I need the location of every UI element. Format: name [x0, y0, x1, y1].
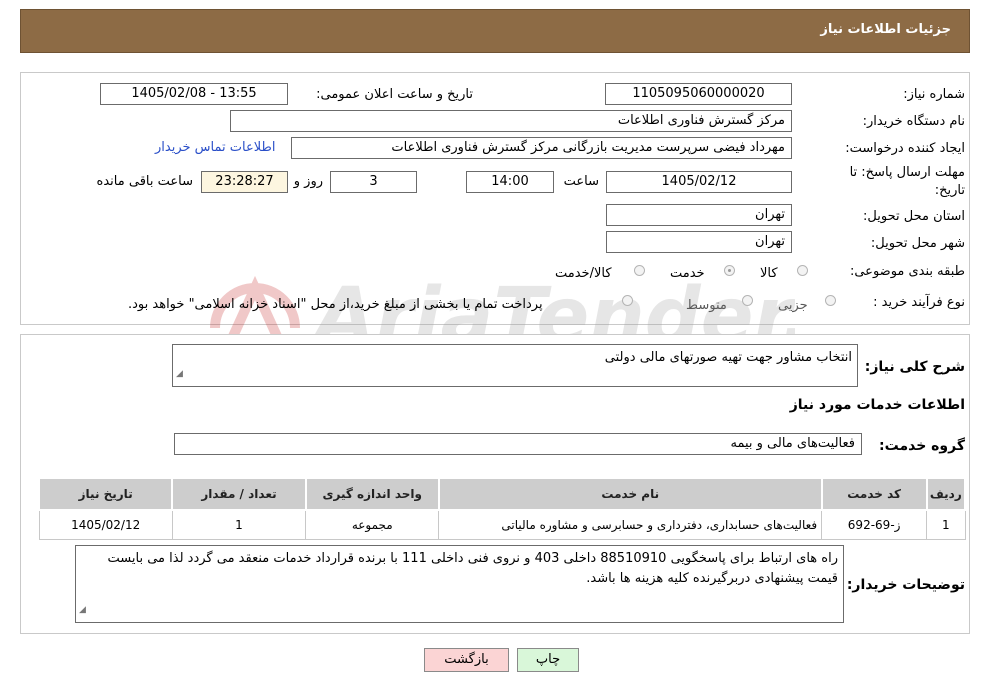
- col-header-need-date: تاریخ نیاز: [37, 477, 174, 511]
- buyer-org-label: نام دستگاه خریدار:: [862, 114, 965, 129]
- deadline-label: مهلت ارسال پاسخ: تا: [849, 165, 965, 180]
- payment-note: پرداخت تمام یا بخشی از مبلغ خرید،از محل …: [128, 297, 543, 312]
- cell-quantity: 1: [171, 509, 307, 540]
- creator-field: مهرداد فیضی سرپرست مدیریت بازرگانی مرکز …: [291, 137, 792, 159]
- city-field: تهران: [606, 231, 792, 253]
- cell-service-code: ز-69-692: [821, 509, 928, 540]
- col-header-quantity: تعداد / مقدار: [171, 477, 307, 511]
- buyer-notes-label: توضیحات خریدار:: [846, 577, 965, 593]
- description-label: شرح کلی نیاز:: [864, 359, 965, 375]
- buyer-org-field: مرکز گسترش فناوری اطلاعات: [230, 110, 792, 132]
- cell-unit: مجموعه: [305, 509, 440, 540]
- payment-checkbox[interactable]: [622, 295, 633, 306]
- deadline-label-date: تاریخ:: [934, 183, 965, 198]
- need-number-field: 1105095060000020: [605, 83, 792, 105]
- province-label: استان محل تحویل:: [863, 209, 965, 224]
- service-group-field: فعالیت‌های مالی و بیمه: [174, 433, 862, 455]
- service-group-label: گروه خدمت:: [879, 438, 965, 454]
- category-label: طبقه بندی موضوعی:: [849, 264, 965, 279]
- process-radio-medium[interactable]: [742, 295, 753, 306]
- announce-date-field: 1405/02/08 - 13:55: [100, 83, 288, 105]
- category-radio-goods-service[interactable]: [634, 265, 645, 276]
- back-button[interactable]: بازگشت: [424, 648, 509, 672]
- buyer-contact-link[interactable]: اطلاعات تماس خریدار: [155, 140, 275, 155]
- category-option-goods: کالا: [760, 266, 778, 281]
- announce-date-label: تاریخ و ساعت اعلان عمومی:: [316, 87, 473, 102]
- cell-row-number: 1: [926, 509, 966, 540]
- remaining-time-field: 23:28:27: [201, 171, 288, 193]
- days-field: 3: [330, 171, 417, 193]
- print-button[interactable]: چاپ: [517, 648, 579, 672]
- deadline-date-field: 1405/02/12: [606, 171, 792, 193]
- cell-service-name: فعالیت‌های حسابداری، دفترداری و حسابرسی …: [438, 509, 823, 540]
- creator-label: ایجاد کننده درخواست:: [845, 141, 965, 156]
- resize-grip-icon[interactable]: ◢: [176, 364, 183, 384]
- province-field: تهران: [606, 204, 792, 226]
- process-option-medium: متوسط: [686, 298, 727, 313]
- cell-need-date: 1405/02/12: [38, 509, 173, 540]
- buyer-notes-field: راه های ارتباط برای پاسخگویی 88510910 دا…: [75, 545, 844, 623]
- category-radio-service[interactable]: [724, 265, 735, 276]
- services-heading: اطلاعات خدمات مورد نیاز: [789, 397, 965, 413]
- description-field: انتخاب مشاور جهت تهیه صورتهای مالی دولتی…: [172, 344, 858, 387]
- col-header-row-number: ردیف: [925, 477, 967, 511]
- resize-grip-icon[interactable]: ◢: [79, 600, 86, 620]
- table-row: 1 ز-69-692 فعالیت‌های حسابداری، دفترداری…: [38, 509, 966, 540]
- category-option-service: خدمت: [670, 266, 705, 281]
- process-option-minor: جزیی: [778, 298, 808, 313]
- col-header-service-name: نام خدمت: [437, 477, 823, 511]
- city-label: شهر محل تحویل:: [870, 236, 965, 251]
- process-radio-minor[interactable]: [825, 295, 836, 306]
- deadline-time-label: ساعت: [563, 174, 599, 189]
- category-option-goods-service: کالا/خدمت: [555, 266, 612, 281]
- deadline-time-field: 14:00: [466, 171, 554, 193]
- services-table-wrap: ردیف کد خدمت نام خدمت واحد اندازه گیری ت…: [37, 477, 967, 540]
- col-header-service-code: کد خدمت: [820, 477, 928, 511]
- remaining-time-label: ساعت باقی مانده: [96, 174, 193, 189]
- process-label: نوع فرآیند خرید :: [873, 295, 965, 310]
- category-radio-goods[interactable]: [797, 265, 808, 276]
- page-header: جزئیات اطلاعات نیاز: [20, 9, 970, 53]
- days-label: روز و: [293, 174, 323, 189]
- services-table: ردیف کد خدمت نام خدمت واحد اندازه گیری ت…: [37, 477, 967, 540]
- table-header-row: ردیف کد خدمت نام خدمت واحد اندازه گیری ت…: [37, 477, 967, 511]
- need-number-label: شماره نیاز:: [903, 87, 965, 102]
- col-header-unit: واحد اندازه گیری: [304, 477, 440, 511]
- page-title: جزئیات اطلاعات نیاز: [820, 22, 951, 37]
